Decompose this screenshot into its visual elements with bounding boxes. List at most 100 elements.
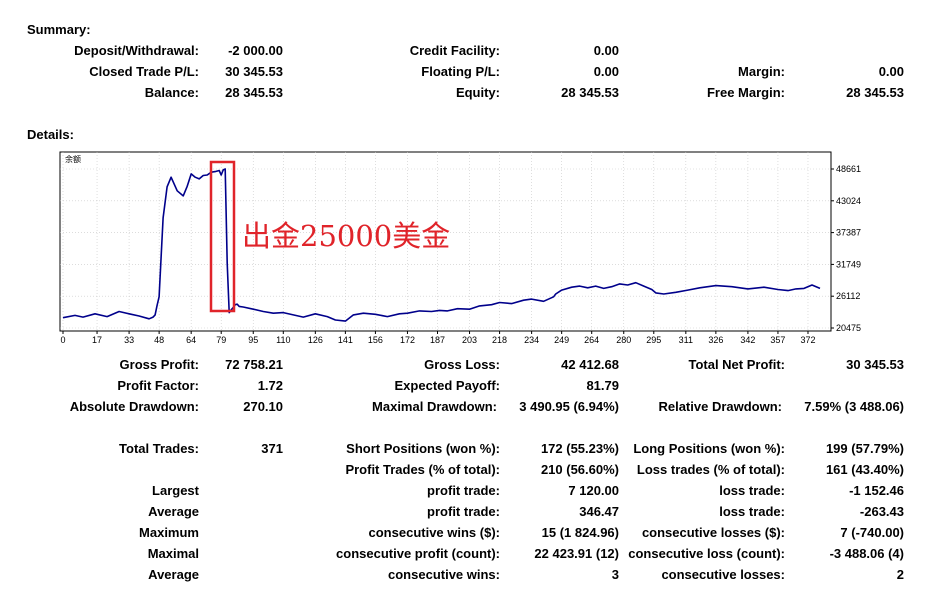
- total-net-profit-value: 30 345.53: [846, 357, 904, 372]
- largest-loss-value: -1 152.46: [849, 483, 904, 498]
- y-axis-ticks: 48661 43024 37387 31749 26112 20475: [831, 164, 861, 333]
- average-loss-value: -263.43: [859, 504, 904, 519]
- gross-profit-label: Gross Profit:: [119, 357, 199, 372]
- balance-label: Balance:: [144, 85, 199, 100]
- average-consecutive-wins-value: 3: [611, 567, 619, 582]
- absolute-drawdown-label: Absolute Drawdown:: [69, 399, 199, 414]
- average-label: Average: [148, 504, 199, 519]
- gross-loss-value: 42 412.68: [561, 357, 619, 372]
- y-tick-label: 20475: [836, 323, 861, 333]
- closed-trade-pl-label: Closed Trade P/L:: [89, 64, 199, 79]
- maximal-label: Maximal: [147, 546, 199, 561]
- profit-trades-value: 210 (56.60%): [540, 462, 619, 477]
- y-tick-label: 48661: [836, 164, 861, 174]
- absolute-drawdown-value: 270.10: [243, 399, 283, 414]
- average-loss-label: loss trade:: [719, 504, 785, 519]
- total-trades-value: 371: [261, 441, 283, 456]
- x-tick-label: 326: [708, 335, 723, 345]
- average-consecutive-label: Average: [148, 567, 199, 582]
- profit-trades-label: Profit Trades (% of total):: [345, 462, 500, 477]
- average-consecutive-losses-value: 2: [896, 567, 904, 582]
- x-tick-label: 156: [368, 335, 383, 345]
- loss-trades-label: Loss trades (% of total):: [636, 462, 785, 477]
- x-tick-label: 110: [276, 335, 290, 345]
- floating-pl-value: 0.00: [593, 64, 619, 79]
- x-tick-label: 95: [248, 335, 258, 345]
- maximum-losses-value: 7 (-740.00): [840, 525, 904, 540]
- x-tick-label: 357: [770, 335, 785, 345]
- relative-drawdown-label: Relative Drawdown:: [658, 399, 782, 414]
- equity-label: Equity:: [455, 85, 500, 100]
- maximum-label: Maximum: [139, 525, 199, 540]
- expected-payoff-value: 81.79: [586, 378, 619, 393]
- y-tick-label: 31749: [836, 259, 861, 269]
- largest-profit-label: profit trade:: [427, 483, 500, 498]
- x-tick-label: 264: [584, 335, 599, 345]
- withdrawal-annotation: 出金25000美金: [242, 219, 450, 253]
- x-tick-label: 64: [186, 335, 196, 345]
- maximal-loss-label: consecutive loss (count):: [628, 546, 785, 561]
- x-tick-label: 172: [400, 335, 415, 345]
- expected-payoff-label: Expected Payoff:: [394, 378, 500, 393]
- total-trades-label: Total Trades:: [119, 441, 199, 456]
- chart-title: 余额: [65, 154, 81, 164]
- average-profit-value: 346.47: [579, 504, 619, 519]
- margin-value: 0.00: [878, 64, 904, 79]
- maximum-wins-label: consecutive wins ($):: [368, 525, 500, 540]
- floating-pl-label: Floating P/L:: [421, 64, 500, 79]
- maximal-drawdown-value: 3 490.95 (6.94%): [519, 399, 619, 414]
- maximal-profit-label: consecutive profit (count):: [336, 546, 500, 561]
- maximal-drawdown-label: Maximal Drawdown:: [372, 399, 497, 414]
- average-consecutive-wins-label: consecutive wins:: [388, 567, 500, 582]
- average-consecutive-losses-label: consecutive losses:: [661, 567, 785, 582]
- x-tick-label: 311: [679, 335, 693, 345]
- x-tick-label: 218: [492, 335, 507, 345]
- maximum-losses-label: consecutive losses ($):: [641, 525, 785, 540]
- balance-chart: 余额 0 17 33 48 64 79 95 110 126 141 156 172 187 203 218…: [59, 151, 861, 345]
- y-tick-label: 37387: [836, 228, 861, 238]
- margin-label: Margin:: [738, 64, 785, 79]
- closed-trade-pl-value: 30 345.53: [225, 64, 283, 79]
- x-tick-label: 48: [154, 335, 164, 345]
- x-tick-label: 372: [800, 335, 815, 345]
- x-tick-label: 126: [308, 335, 323, 345]
- x-tick-label: 141: [338, 335, 353, 345]
- x-tick-label: 0: [60, 335, 65, 345]
- profit-factor-value: 1.72: [257, 378, 283, 393]
- largest-loss-label: loss trade:: [719, 483, 785, 498]
- credit-facility-value: 0.00: [593, 43, 619, 58]
- long-positions-value: 199 (57.79%): [825, 441, 904, 456]
- x-tick-label: 280: [616, 335, 631, 345]
- x-tick-label: 234: [524, 335, 539, 345]
- loss-trades-value: 161 (43.40%): [825, 462, 904, 477]
- gross-profit-value: 72 758.21: [225, 357, 283, 372]
- summary-heading: Summary:: [27, 22, 91, 37]
- x-tick-label: 295: [646, 335, 661, 345]
- relative-drawdown-value: 7.59% (3 488.06): [804, 399, 904, 414]
- credit-facility-label: Credit Facility:: [409, 43, 500, 58]
- balance-value: 28 345.53: [225, 85, 283, 100]
- short-positions-label: Short Positions (won %):: [346, 441, 500, 456]
- deposit-withdrawal-value: -2 000.00: [228, 43, 283, 58]
- short-positions-value: 172 (55.23%): [540, 441, 619, 456]
- profit-factor-label: Profit Factor:: [117, 378, 199, 393]
- x-axis-ticks: 0 17 33 48 64 79 95 110 126 141 156 172 187 203 218 234…: [60, 331, 815, 345]
- x-tick-label: 79: [216, 335, 226, 345]
- maximal-loss-value: -3 488.06 (4): [829, 546, 904, 561]
- maximum-wins-value: 15 (1 824.96): [541, 525, 619, 540]
- x-tick-label: 17: [92, 335, 102, 345]
- equity-value: 28 345.53: [561, 85, 619, 100]
- x-tick-label: 203: [462, 335, 477, 345]
- total-net-profit-label: Total Net Profit:: [688, 357, 785, 372]
- long-positions-label: Long Positions (won %):: [633, 441, 785, 456]
- x-tick-label: 33: [124, 335, 134, 345]
- y-tick-label: 43024: [836, 196, 861, 206]
- free-margin-label: Free Margin:: [706, 85, 785, 100]
- details-heading: Details:: [27, 127, 74, 142]
- y-tick-label: 26112: [836, 291, 860, 301]
- free-margin-value: 28 345.53: [846, 85, 904, 100]
- maximal-profit-value: 22 423.91 (12): [534, 546, 619, 561]
- average-profit-label: profit trade:: [427, 504, 500, 519]
- x-tick-label: 342: [740, 335, 755, 345]
- x-tick-label: 249: [554, 335, 569, 345]
